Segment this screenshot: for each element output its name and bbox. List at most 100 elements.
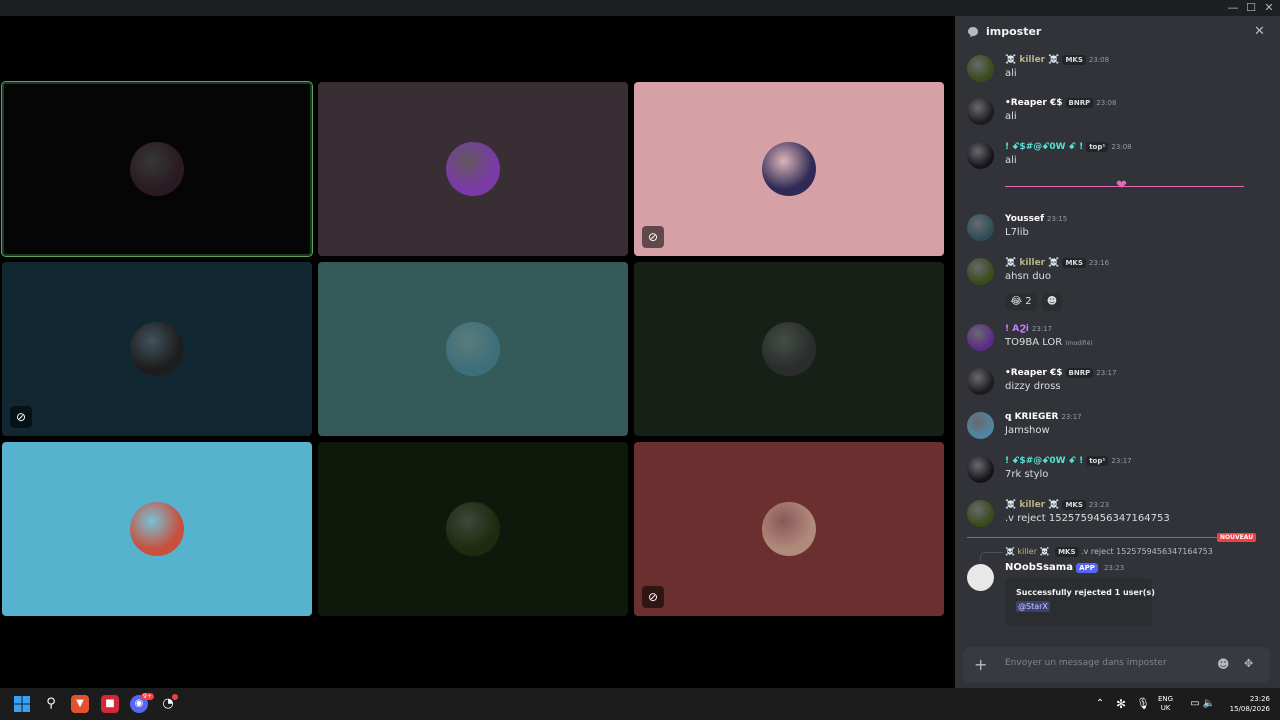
participant-avatar: [446, 142, 500, 196]
message-body: Jamshow: [1005, 425, 1050, 436]
reaction-laugh[interactable]: 😂 2: [1005, 293, 1037, 311]
bot-avatar[interactable]: [967, 564, 994, 591]
video-tile[interactable]: [1, 81, 313, 257]
clock[interactable]: 23:26 15/08/2026: [1222, 694, 1270, 714]
volume-icon[interactable]: 🔈: [1200, 695, 1218, 713]
app-badge: APP: [1076, 563, 1098, 573]
bot-name[interactable]: NOobSsama: [1005, 562, 1073, 573]
maximize-button[interactable]: ☐: [1242, 1, 1260, 15]
add-attachment-icon[interactable]: +: [974, 655, 987, 674]
message-input[interactable]: Envoyer un message dans imposter: [1005, 658, 1167, 668]
author-avatar[interactable]: [967, 214, 994, 241]
chat-header: imposter ✕: [955, 16, 1280, 50]
author-name[interactable]: ☠️ killer ☠️: [1005, 55, 1059, 65]
add-reaction-button[interactable]: ☻: [1042, 293, 1062, 311]
search-icon[interactable]: ⚲: [42, 695, 60, 713]
reply-text: .v reject 1525759456347164753: [1081, 547, 1213, 556]
message-time: 23:08: [1111, 143, 1132, 151]
role-badge: top¹: [1086, 456, 1109, 466]
taskbar: ⚲ ▼ ■ ◉ 9+ ◔ ⌃ ✻ 🎙 ENG UK ▭ 🔈 23:26 15/0…: [0, 688, 1280, 720]
author-name[interactable]: •Reaper €$: [1005, 98, 1063, 108]
chevron-up-icon[interactable]: ⌃: [1091, 695, 1109, 713]
video-tile[interactable]: [318, 442, 628, 616]
app-red-icon[interactable]: ■: [101, 695, 119, 713]
language-code: ENG: [1158, 695, 1174, 703]
role-badge: BNRP: [1065, 98, 1094, 108]
participant-avatar: [130, 142, 184, 196]
author-name[interactable]: ☠️ killer ☠️: [1005, 500, 1059, 510]
mic-off-icon: ⊘: [10, 406, 32, 428]
reply-preview[interactable]: ☠️ killer ☠️ MKS .v reject 1525759456347…: [1005, 547, 1213, 557]
author-avatar[interactable]: [967, 456, 994, 483]
windows-start-icon[interactable]: [13, 695, 31, 713]
settings-tray-icon[interactable]: ✻: [1112, 695, 1130, 713]
video-tile[interactable]: [318, 262, 628, 436]
author-name[interactable]: ! ꗃ$#@ꗃ0W ꗃ !: [1005, 142, 1083, 152]
video-tile[interactable]: [2, 442, 312, 616]
language-indicator[interactable]: ENG UK: [1158, 695, 1173, 713]
participant-avatar: [762, 322, 816, 376]
emoji-picker-icon[interactable]: ☻: [1217, 657, 1230, 671]
apps-icon[interactable]: ✥: [1244, 657, 1253, 670]
message-header: Youssef 23:15: [1005, 214, 1067, 224]
reply-author: ☠️ killer ☠️: [1005, 547, 1050, 556]
message-body: 7rk stylo: [1005, 469, 1049, 480]
bot-embed: Successfully rejected 1 user(s) @StarX: [1005, 578, 1155, 626]
reply-badge: MKS: [1055, 547, 1079, 557]
mention-link[interactable]: @StarX: [1016, 601, 1050, 612]
role-badge: MKS: [1062, 258, 1086, 268]
participant-avatar: [130, 502, 184, 556]
message-text: L7lib: [1005, 227, 1029, 238]
message-body: TO9BA LOR: [1005, 337, 1063, 348]
message-header: ☠️ killer ☠️ MKS 23:23: [1005, 500, 1109, 510]
author-avatar[interactable]: [967, 412, 994, 439]
close-chat-button[interactable]: ✕: [1254, 24, 1265, 39]
author-avatar[interactable]: [967, 142, 994, 169]
discord-badge: 9+: [141, 693, 154, 700]
message-text: .v reject 1525759456347164753: [1005, 513, 1170, 524]
new-badge: NOUVEAU: [1217, 533, 1257, 542]
laugh-emoji: 😂: [1010, 296, 1023, 307]
author-name[interactable]: ☠️ killer ☠️: [1005, 258, 1059, 268]
author-name[interactable]: •Reaper €$: [1005, 368, 1063, 378]
message-body: ahsn duo: [1005, 271, 1051, 282]
author-avatar[interactable]: [967, 258, 994, 285]
author-avatar[interactable]: [967, 55, 994, 82]
brave-browser-icon[interactable]: ▼: [71, 695, 89, 713]
message-header: ☠️ killer ☠️ MKS 23:08: [1005, 55, 1109, 65]
author-name[interactable]: Youssef: [1005, 214, 1044, 224]
message-text: ali: [1005, 68, 1017, 79]
message-time: 23:17: [1096, 369, 1117, 377]
message-header: ☠️ killer ☠️ MKS 23:16: [1005, 258, 1109, 268]
message-text: ahsn duo: [1005, 271, 1051, 282]
author-avatar[interactable]: [967, 98, 994, 125]
participant-avatar: [446, 502, 500, 556]
video-tile[interactable]: ⊘: [2, 262, 312, 436]
bot-header: NOobSsama APP 23:23: [1005, 562, 1124, 573]
message-time: 23:17: [1111, 457, 1132, 465]
video-tile[interactable]: [634, 262, 944, 436]
author-avatar[interactable]: [967, 500, 994, 527]
message-time: 23:17: [1031, 325, 1053, 333]
microphone-icon[interactable]: 🎙: [1134, 695, 1152, 713]
video-tile[interactable]: ⊘: [634, 442, 944, 616]
author-avatar[interactable]: [967, 368, 994, 395]
video-tile[interactable]: ⊘: [634, 82, 944, 256]
role-badge: top¹: [1086, 142, 1109, 152]
role-badge: MKS: [1062, 55, 1086, 65]
bot-time: 23:23: [1104, 564, 1125, 572]
message-time: 23:23: [1088, 501, 1110, 509]
message-time: 23:08: [1096, 99, 1117, 107]
video-tile[interactable]: [318, 82, 628, 256]
author-name[interactable]: ! ꗃ$#@ꗃ0W ꗃ !: [1005, 456, 1083, 466]
author-name[interactable]: ꝗ KRIEGER: [1005, 412, 1058, 422]
minimize-button[interactable]: —: [1224, 1, 1242, 15]
author-name[interactable]: ! AϨi: [1005, 324, 1029, 334]
message-text: Jamshow: [1005, 425, 1050, 436]
new-divider-line: [967, 537, 1255, 538]
clock-time: 23:26: [1249, 695, 1270, 703]
author-avatar[interactable]: [967, 324, 994, 351]
close-window-button[interactable]: ✕: [1260, 1, 1278, 15]
notification-dot: [172, 694, 178, 700]
smiley-icon: ☻: [1046, 296, 1058, 307]
